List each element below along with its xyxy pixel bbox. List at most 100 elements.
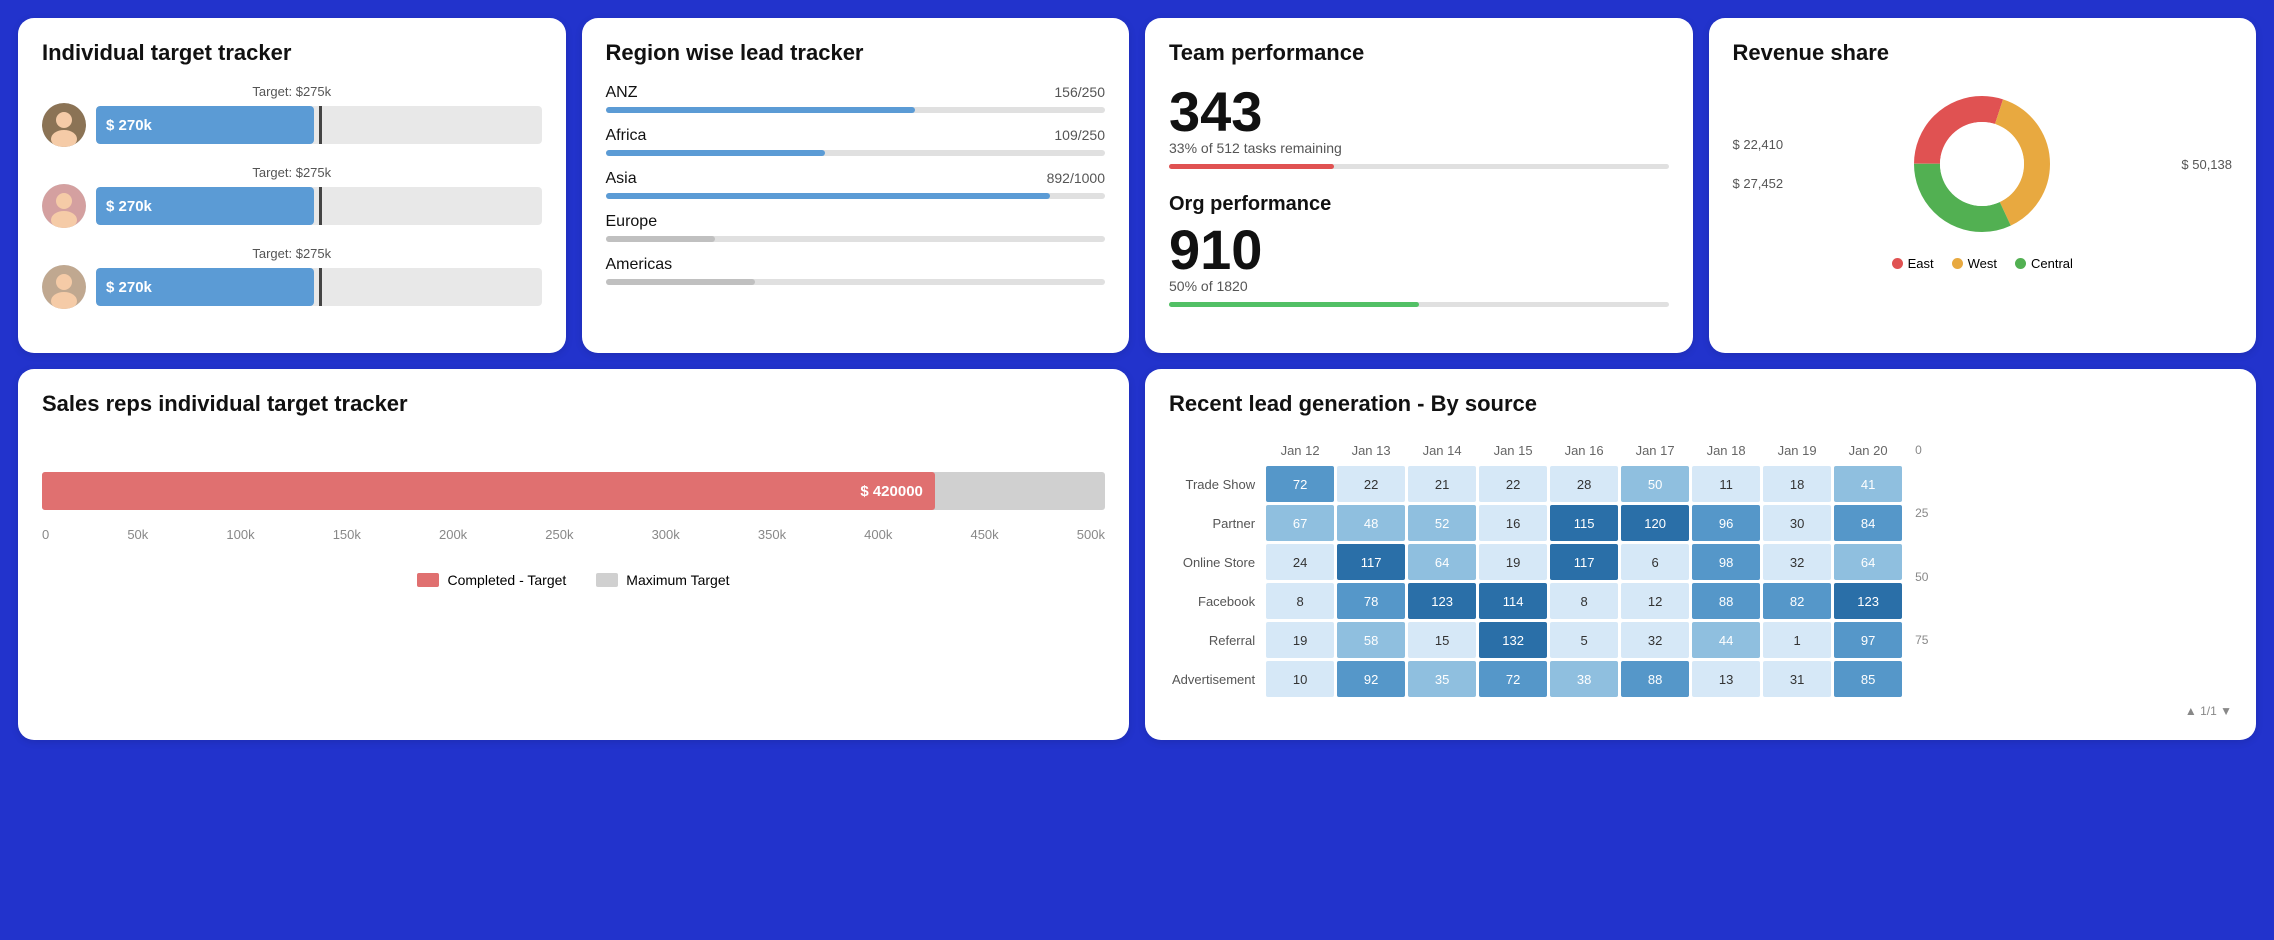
heatmap-cell: 82 <box>1763 583 1831 619</box>
sales-bar-chart: $ 420000 0 50k 100k 150k 200k 250k 300k … <box>42 435 1105 552</box>
heatmap-cell: 21 <box>1408 466 1476 502</box>
region-tracker-card: Region wise lead tracker ANZ 156/250 Afr… <box>582 18 1130 353</box>
avatar-1 <box>42 103 86 147</box>
row-label: Trade Show <box>1172 466 1263 502</box>
region-name-africa: Africa <box>606 127 647 145</box>
heatmap-cell: 52 <box>1408 505 1476 541</box>
heatmap-cell: 6 <box>1621 544 1689 580</box>
legend-east: East <box>1892 256 1934 271</box>
heatmap-cell: 67 <box>1266 505 1334 541</box>
col-jan20: Jan 20 <box>1834 438 1902 463</box>
region-item-americas: Americas <box>606 256 1106 285</box>
heatmap-cell: 96 <box>1692 505 1760 541</box>
heatmap-cell: 58 <box>1337 622 1405 658</box>
sales-bar-value: $ 420000 <box>860 483 923 500</box>
region-item-anz: ANZ 156/250 <box>606 84 1106 113</box>
row-label: Facebook <box>1172 583 1263 619</box>
target-marker-1 <box>319 106 322 144</box>
revenue-labels-left: $ 22,410 $ 27,452 <box>1733 137 1784 191</box>
heatmap-cell: 48 <box>1337 505 1405 541</box>
region-bar-africa <box>606 150 826 156</box>
heatmap-cell: 22 <box>1337 466 1405 502</box>
heatmap-cell: 22 <box>1479 466 1547 502</box>
heatmap-cell: 13 <box>1692 661 1760 697</box>
lead-generation-card: Recent lead generation - By source Jan 1… <box>1145 369 2256 740</box>
heatmap-cell: 78 <box>1337 583 1405 619</box>
row-label: Advertisement <box>1172 661 1263 697</box>
completed-rect <box>417 573 439 587</box>
col-jan17: Jan 17 <box>1621 438 1689 463</box>
revenue-label-22410: $ 22,410 <box>1733 137 1784 152</box>
heatmap-cell: 120 <box>1621 505 1689 541</box>
team-bar <box>1169 164 1334 169</box>
bar-value-1: $ 270k <box>96 117 152 134</box>
bar-fill-2: $ 270k <box>96 187 314 225</box>
heatmap-cell: 72 <box>1479 661 1547 697</box>
team-sub: 33% of 512 tasks remaining <box>1169 140 1669 156</box>
org-bar <box>1169 302 1419 307</box>
region-item-africa: Africa 109/250 <box>606 127 1106 156</box>
region-bar-anz <box>606 107 916 113</box>
legend-maximum: Maximum Target <box>596 572 729 588</box>
sales-tracker-title: Sales reps individual target tracker <box>42 391 1105 417</box>
heatmap-cell: 114 <box>1479 583 1547 619</box>
table-row: Partner67485216115120963084 <box>1172 505 1902 541</box>
individual-target-tracker-card: Individual target tracker Target: $275k … <box>18 18 566 353</box>
revenue-labels-right: $ 50,138 <box>2181 157 2232 172</box>
bar-container-1: $ 270k <box>96 106 542 144</box>
heatmap-cell: 50 <box>1621 466 1689 502</box>
avatar-3 <box>42 265 86 309</box>
legend-central: Central <box>2015 256 2073 271</box>
heatmap-cell: 19 <box>1266 622 1334 658</box>
east-dot <box>1892 258 1903 269</box>
heatmap-cell: 64 <box>1408 544 1476 580</box>
tracker-item-1: Target: $275k $ 270k <box>42 84 542 147</box>
col-jan16: Jan 16 <box>1550 438 1618 463</box>
heatmap-cell: 35 <box>1408 661 1476 697</box>
col-jan14: Jan 14 <box>1408 438 1476 463</box>
region-bar-asia <box>606 193 1051 199</box>
heatmap-cell: 15 <box>1408 622 1476 658</box>
col-jan12: Jan 12 <box>1266 438 1334 463</box>
completed-label: Completed - Target <box>447 572 566 588</box>
org-sub: 50% of 1820 <box>1169 278 1669 294</box>
heatmap-cell: 98 <box>1692 544 1760 580</box>
heatmap-cell: 5 <box>1550 622 1618 658</box>
sales-legend: Completed - Target Maximum Target <box>42 572 1105 588</box>
heatmap-cell: 88 <box>1621 661 1689 697</box>
heatmap-cell: 72 <box>1266 466 1334 502</box>
heatmap-cell: 24 <box>1266 544 1334 580</box>
right-axis: 0 25 50 75 <box>1905 435 1928 655</box>
individual-tracker-title: Individual target tracker <box>42 40 542 66</box>
region-value-asia: 892/1000 <box>1047 170 1105 188</box>
revenue-share-title: Revenue share <box>1733 40 2233 66</box>
team-value: 343 <box>1169 84 1669 140</box>
heatmap-cell: 115 <box>1550 505 1618 541</box>
bar-value-3: $ 270k <box>96 279 152 296</box>
table-row: Facebook8781231148128882123 <box>1172 583 1902 619</box>
table-row: Referral19581513253244197 <box>1172 622 1902 658</box>
central-label: Central <box>2031 256 2073 271</box>
maximum-label: Maximum Target <box>626 572 729 588</box>
region-name-asia: Asia <box>606 170 637 188</box>
target-marker-3 <box>319 268 322 306</box>
heatmap-cell: 11 <box>1692 466 1760 502</box>
region-name-anz: ANZ <box>606 84 638 102</box>
team-performance-title: Team performance <box>1169 40 1669 66</box>
region-bar-americas <box>606 279 756 285</box>
heatmap-cell: 132 <box>1479 622 1547 658</box>
east-label: East <box>1908 256 1934 271</box>
bar-fill-1: $ 270k <box>96 106 314 144</box>
maximum-rect <box>596 573 618 587</box>
heatmap-cell: 117 <box>1550 544 1618 580</box>
sales-tracker-card: Sales reps individual target tracker $ 4… <box>18 369 1129 740</box>
region-name-europe: Europe <box>606 213 658 231</box>
tracker-item-3: Target: $275k $ 270k <box>42 246 542 309</box>
table-row: Trade Show722221222850111841 <box>1172 466 1902 502</box>
west-dot <box>1952 258 1963 269</box>
row-label: Partner <box>1172 505 1263 541</box>
axis-labels: 0 50k 100k 150k 200k 250k 300k 350k 400k… <box>42 527 1105 542</box>
col-jan15: Jan 15 <box>1479 438 1547 463</box>
central-dot <box>2015 258 2026 269</box>
revenue-share-card: Revenue share $ 22,410 $ 27,452 $ 50,138 <box>1709 18 2257 353</box>
